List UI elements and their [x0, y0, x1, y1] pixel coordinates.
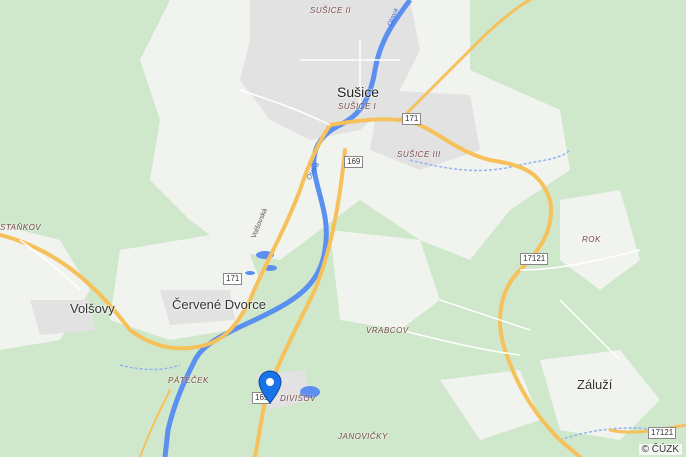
- location-pin-icon[interactable]: [258, 370, 282, 404]
- road-shield-17121: 17121: [520, 253, 549, 265]
- road-shield-171: 171: [402, 113, 422, 125]
- district-label-rok: ROK: [582, 235, 601, 244]
- district-label-susice-ii: SUŠICE II: [310, 6, 351, 15]
- place-label-cervene-dvorce[interactable]: Červené Dvorce: [172, 297, 266, 312]
- road-shield-17121: 17121: [648, 427, 677, 439]
- district-label-susice-i: SUŠICE I: [338, 102, 377, 111]
- road-shield-169: 169: [344, 156, 364, 168]
- district-label-janovicky: JANOVIČKY: [338, 432, 388, 441]
- district-label-stankov: STAŇKOV: [0, 223, 42, 232]
- road-shield-171: 171: [223, 273, 243, 285]
- map-view[interactable]: Sušice Červené Dvorce Volšovy Záluží SUŠ…: [0, 0, 686, 457]
- district-label-patecek: PÁTEČEK: [168, 376, 209, 385]
- place-label-volsovy[interactable]: Volšovy: [70, 301, 115, 316]
- place-label-zaluzi[interactable]: Záluží: [577, 377, 612, 392]
- map-attribution: © ČÚZK: [638, 444, 682, 455]
- district-label-vrabcov: VRABCOV: [366, 326, 409, 335]
- place-label-susice[interactable]: Sušice: [337, 84, 379, 100]
- district-label-susice-iii: SUŠICE III: [397, 150, 441, 159]
- district-label-divisov: DIVIŠOV: [280, 394, 316, 403]
